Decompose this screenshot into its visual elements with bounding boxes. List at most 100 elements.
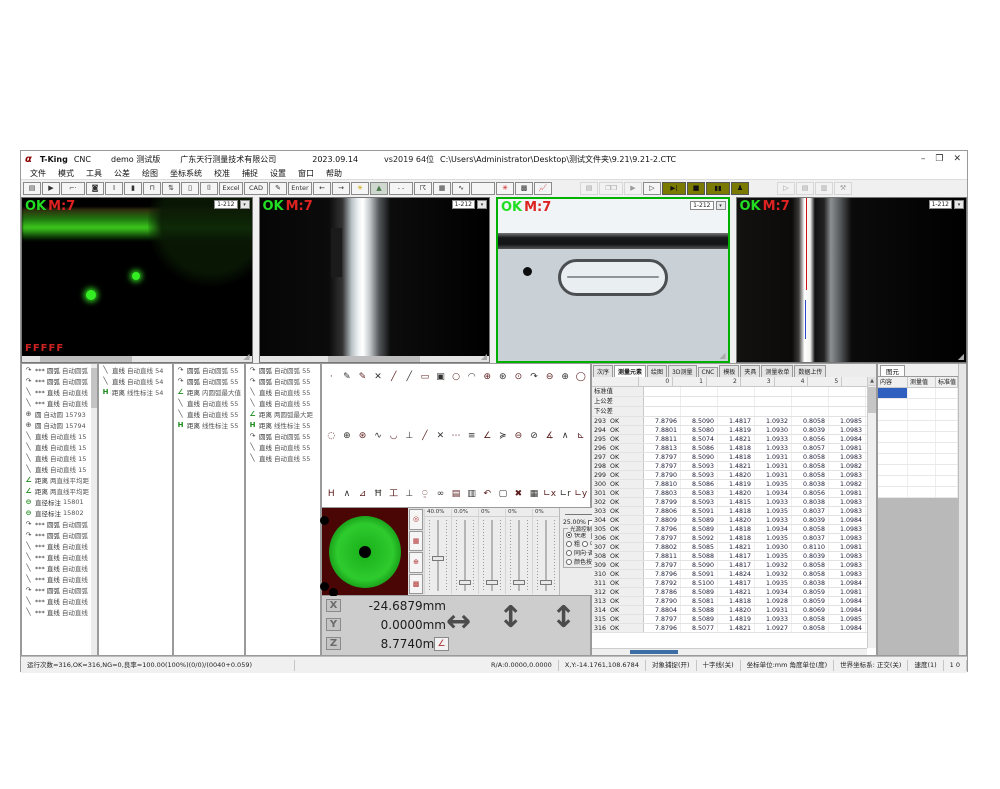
- measure-item[interactable]: ╲直线自动直线 54: [99, 364, 172, 375]
- tool-glyph[interactable]: ⊥: [402, 429, 417, 443]
- element-row[interactable]: [878, 465, 958, 476]
- result-row-306[interactable]: 306 OK7.87978.50921.48181.09350.80371.09…: [592, 534, 876, 543]
- tool-glyph[interactable]: ≡: [464, 429, 479, 443]
- measure-item[interactable]: ╲直线自动直线 15: [22, 463, 97, 474]
- measure-item[interactable]: ╲*** 直线自动直线: [22, 551, 97, 562]
- stop-button[interactable]: ■: [687, 182, 705, 195]
- camera3-scale-box[interactable]: 1-212: [690, 201, 713, 210]
- element-row[interactable]: [878, 388, 958, 399]
- light-segment-button[interactable]: ◎: [409, 509, 423, 530]
- tool-glyph[interactable]: ⊥: [402, 487, 417, 501]
- result-row-299[interactable]: 299 OK7.87908.50931.48201.09310.80581.09…: [592, 471, 876, 480]
- light-segment-button[interactable]: ▩: [409, 574, 423, 595]
- result-row-295[interactable]: 295 OK7.88118.50741.48211.09330.80561.09…: [592, 435, 876, 444]
- measure-item[interactable]: ↷*** 圆弧自动圆弧: [22, 375, 97, 386]
- results-tab-测量收单[interactable]: 测量收单: [761, 365, 793, 377]
- measure-list-scrollbar[interactable]: [91, 364, 97, 655]
- tool-glyph[interactable]: ▤: [449, 487, 464, 501]
- results-tab-夹具[interactable]: 夹具: [740, 365, 760, 377]
- measure-item[interactable]: ╲直线自动直线 15: [22, 452, 97, 463]
- measure-item[interactable]: ↷*** 圆弧自动圆弧: [22, 529, 97, 540]
- measure-item[interactable]: ⊖直径标注15802: [22, 507, 97, 518]
- results-vscrollbar[interactable]: ▲: [867, 377, 876, 648]
- tool-glyph[interactable]: Ħ: [371, 487, 386, 501]
- result-row-293[interactable]: 293 OK7.87968.50901.48171.09320.80581.09…: [592, 417, 876, 426]
- measure-item[interactable]: ╲*** 直线自动直线: [22, 540, 97, 551]
- measure-item[interactable]: ∠距离内圆弧最大值: [174, 386, 244, 397]
- tool-glyph[interactable]: ▭: [418, 370, 433, 384]
- element-row[interactable]: [878, 487, 958, 498]
- tool-glyph[interactable]: ⋯: [449, 429, 464, 443]
- grid-pattern-button[interactable]: ▦: [433, 182, 451, 195]
- tool-glyph[interactable]: ▢: [496, 487, 511, 501]
- element-row[interactable]: [878, 432, 958, 443]
- tool-glyph[interactable]: ∞: [433, 487, 448, 501]
- measure-ruler-button[interactable]: ⌐·: [61, 182, 85, 195]
- play2-button[interactable]: ▷: [777, 182, 795, 195]
- light-slider-4[interactable]: 0%: [505, 509, 532, 594]
- open-button[interactable]: ▶: [42, 182, 60, 195]
- measure-item[interactable]: ⊕圆自动圆 15794: [22, 419, 97, 430]
- measure-item[interactable]: ╲直线自动直线 55: [174, 408, 244, 419]
- ring-light-preview[interactable]: [322, 508, 408, 595]
- minimize-button[interactable]: –: [921, 154, 926, 164]
- measure-item[interactable]: ╲直线自动直线 55: [246, 386, 320, 397]
- shield-button[interactable]: ◙: [86, 182, 104, 195]
- result-row-313[interactable]: 313 OK7.87908.50811.48181.09280.80591.09…: [592, 597, 876, 606]
- zoom-tool-button[interactable]: ☈: [414, 182, 432, 195]
- tool-glyph[interactable]: ⍜: [418, 487, 433, 501]
- results-tab-数据上传[interactable]: 数据上传: [794, 365, 826, 377]
- menu-item-绘图[interactable]: 绘图: [137, 168, 163, 179]
- qrcode-button[interactable]: ▩: [515, 182, 533, 195]
- results-hscrollbar[interactable]: [592, 648, 867, 655]
- updown-button[interactable]: ⇅: [162, 182, 180, 195]
- tool-glyph[interactable]: ╱: [402, 370, 417, 384]
- tool-glyph[interactable]: ∟x: [542, 487, 557, 501]
- result-row-310[interactable]: 310 OK7.87968.50911.48241.09320.80581.09…: [592, 570, 876, 579]
- light-slider-2[interactable]: 0.0%: [451, 509, 478, 594]
- result-row-298[interactable]: 298 OK7.87978.50931.48211.09310.80581.09…: [592, 462, 876, 471]
- measure-item[interactable]: ↷*** 圆弧自动圆弧: [22, 364, 97, 375]
- tool-glyph[interactable]: 工: [386, 487, 401, 501]
- camera2-hscrollbar[interactable]: [260, 356, 490, 362]
- measure-item[interactable]: ╲*** 直线自动直线: [22, 573, 97, 584]
- same-direction-radio[interactable]: [566, 550, 572, 556]
- jog-horizontal-icon[interactable]: ↔: [446, 604, 471, 639]
- cad-button[interactable]: CAD: [244, 182, 268, 195]
- close-button[interactable]: ✕: [953, 154, 961, 164]
- tool-glyph[interactable]: ✎: [355, 370, 370, 384]
- tool-glyph[interactable]: ◌: [324, 429, 339, 443]
- measure-item[interactable]: ∠距离两圆弧最大距: [246, 408, 320, 419]
- pause-button[interactable]: ▮▮: [706, 182, 730, 195]
- camera1-hscrollbar[interactable]: [22, 356, 252, 362]
- tool-glyph[interactable]: ▦: [527, 487, 542, 501]
- light-segment-button[interactable]: ▦: [409, 531, 423, 552]
- results-tab-次序[interactable]: 次序: [593, 365, 613, 377]
- result-row-314[interactable]: 314 OK7.88048.50881.48201.09310.80691.09…: [592, 606, 876, 615]
- beam-width-button[interactable]: Ⅰ: [105, 182, 123, 195]
- tool-glyph[interactable]: ∟y: [574, 487, 589, 501]
- tool-glyph[interactable]: ⊖: [542, 370, 557, 384]
- blank-button[interactable]: [471, 182, 495, 195]
- clamp-button[interactable]: ⊓: [143, 182, 161, 195]
- tool-glyph[interactable]: ◠: [464, 370, 479, 384]
- tool-glyph[interactable]: ≽: [496, 429, 511, 443]
- measure-item[interactable]: H距离线性标注 55: [246, 419, 320, 430]
- light-slider-3[interactable]: 0%: [478, 509, 505, 594]
- light-slider-5[interactable]: 0%: [532, 509, 559, 594]
- result-row-297[interactable]: 297 OK7.87978.50901.48181.09310.80581.09…: [592, 453, 876, 462]
- camera3-scale-dropdown[interactable]: ▾: [716, 201, 726, 210]
- result-row-301[interactable]: 301 OK7.88038.50831.48201.09340.80561.09…: [592, 489, 876, 498]
- menu-item-公差[interactable]: 公差: [109, 168, 135, 179]
- tool-glyph[interactable]: H: [324, 487, 339, 501]
- measure-item[interactable]: ╲直线自动直线 55: [246, 397, 320, 408]
- measure-item[interactable]: ╲*** 直线自动直线: [22, 397, 97, 408]
- menu-item-文件[interactable]: 文件: [25, 168, 51, 179]
- tool-glyph[interactable]: ⊙: [511, 370, 526, 384]
- tool-glyph[interactable]: ↶: [480, 487, 495, 501]
- element-vscrollbar[interactable]: [958, 364, 966, 655]
- sign-button[interactable]: ✎: [269, 182, 287, 195]
- camera1-scale-dropdown[interactable]: ▾: [240, 200, 250, 209]
- tool-glyph[interactable]: ╱: [418, 429, 433, 443]
- laser-button[interactable]: ✳: [496, 182, 514, 195]
